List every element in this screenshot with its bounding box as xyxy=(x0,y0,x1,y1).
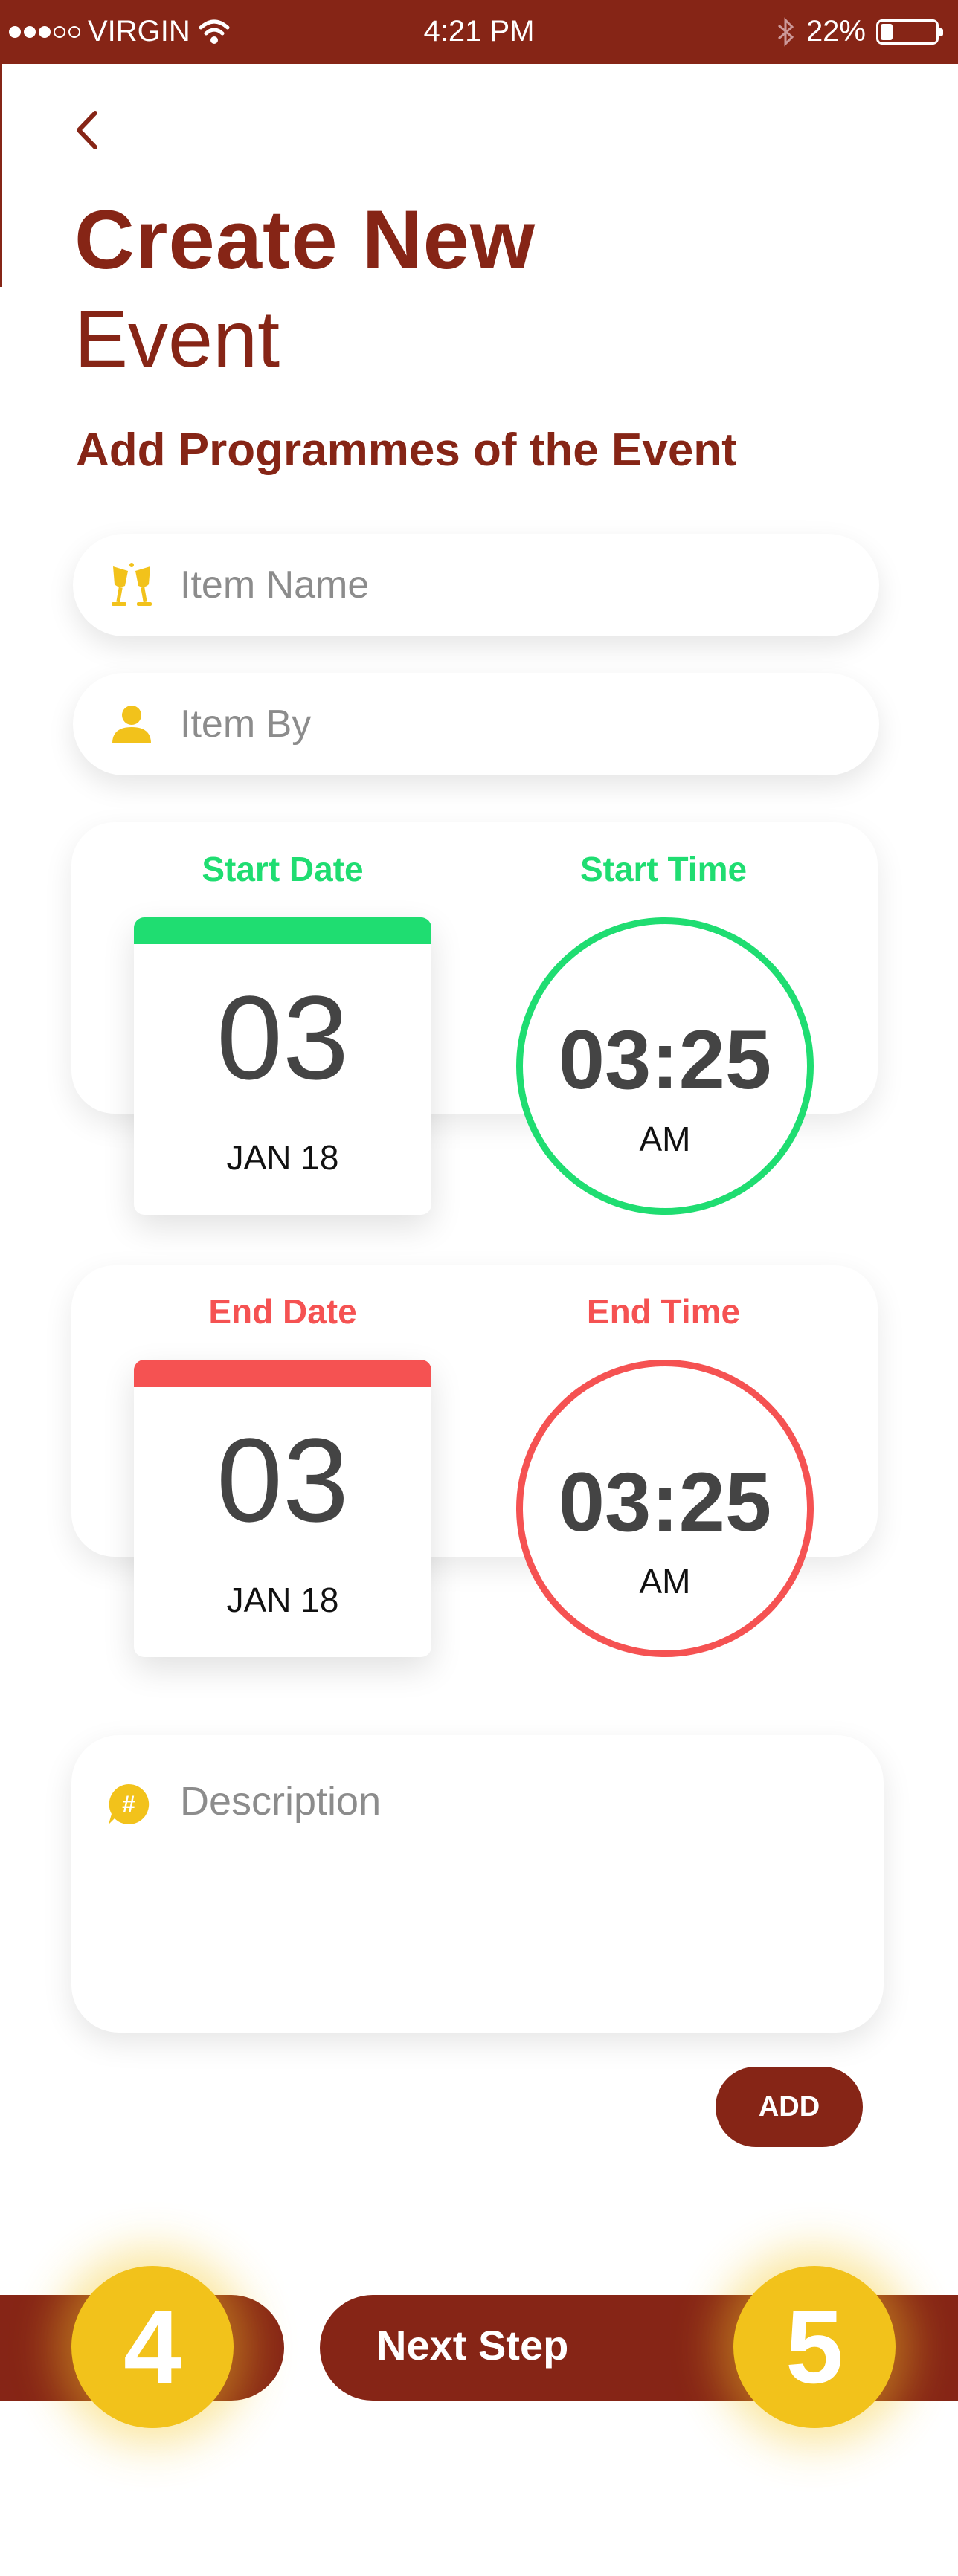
item-by-placeholder: Item By xyxy=(180,703,312,746)
status-right: 22% xyxy=(777,15,943,48)
end-time-value: 03:25 xyxy=(558,1456,772,1549)
calendar-header-bar xyxy=(134,917,431,944)
battery-icon xyxy=(876,19,943,45)
item-by-field[interactable]: Item By xyxy=(73,673,879,775)
chevron-left-icon xyxy=(77,111,97,149)
end-ampm: AM xyxy=(639,1562,691,1601)
battery-percent: 22% xyxy=(806,15,866,48)
end-day: 03 xyxy=(216,1413,349,1546)
section-subtitle: Add Programmes of the Event xyxy=(76,425,737,476)
start-month: JAN 18 xyxy=(226,1138,339,1177)
item-name-field[interactable]: Item Name xyxy=(73,534,879,636)
page-title-secondary: Event xyxy=(74,294,280,384)
back-button[interactable] xyxy=(68,104,106,156)
start-day: 03 xyxy=(216,971,349,1104)
next-step-label: Next Step xyxy=(376,2322,569,2369)
description-placeholder: Description xyxy=(180,1779,382,1824)
end-month: JAN 18 xyxy=(226,1581,339,1619)
end-date-picker[interactable]: 03 JAN 18 xyxy=(134,1360,431,1657)
svg-text:#: # xyxy=(122,1791,135,1818)
bluetooth-icon xyxy=(777,16,794,47)
current-step-indicator: 4 xyxy=(71,2266,234,2428)
edge-accent-line xyxy=(0,64,2,287)
cheers-icon xyxy=(106,559,158,611)
page-title: Create New xyxy=(74,193,536,286)
start-ampm: AM xyxy=(639,1120,691,1158)
start-date-picker[interactable]: 03 JAN 18 xyxy=(134,917,431,1215)
add-button[interactable]: ADD xyxy=(716,2067,863,2147)
description-field[interactable]: # Description xyxy=(71,1735,884,2033)
start-date-label: Start Date xyxy=(202,850,364,888)
calendar-header-bar xyxy=(134,1360,431,1387)
start-time-label: Start Time xyxy=(579,850,748,888)
status-bar: VIRGIN 4:21 PM 22% xyxy=(0,0,958,64)
next-step-indicator[interactable]: 5 xyxy=(733,2266,896,2428)
start-time-picker[interactable]: 03:25 AM xyxy=(516,917,814,1215)
end-time-picker[interactable]: 03:25 AM xyxy=(516,1360,814,1657)
item-name-placeholder: Item Name xyxy=(180,564,370,607)
person-icon xyxy=(106,698,158,750)
end-date-label: End Date xyxy=(208,1292,357,1331)
start-time-value: 03:25 xyxy=(558,1013,772,1106)
end-time-label: End Time xyxy=(586,1292,741,1331)
hashtag-chat-icon: # xyxy=(109,1783,150,1824)
